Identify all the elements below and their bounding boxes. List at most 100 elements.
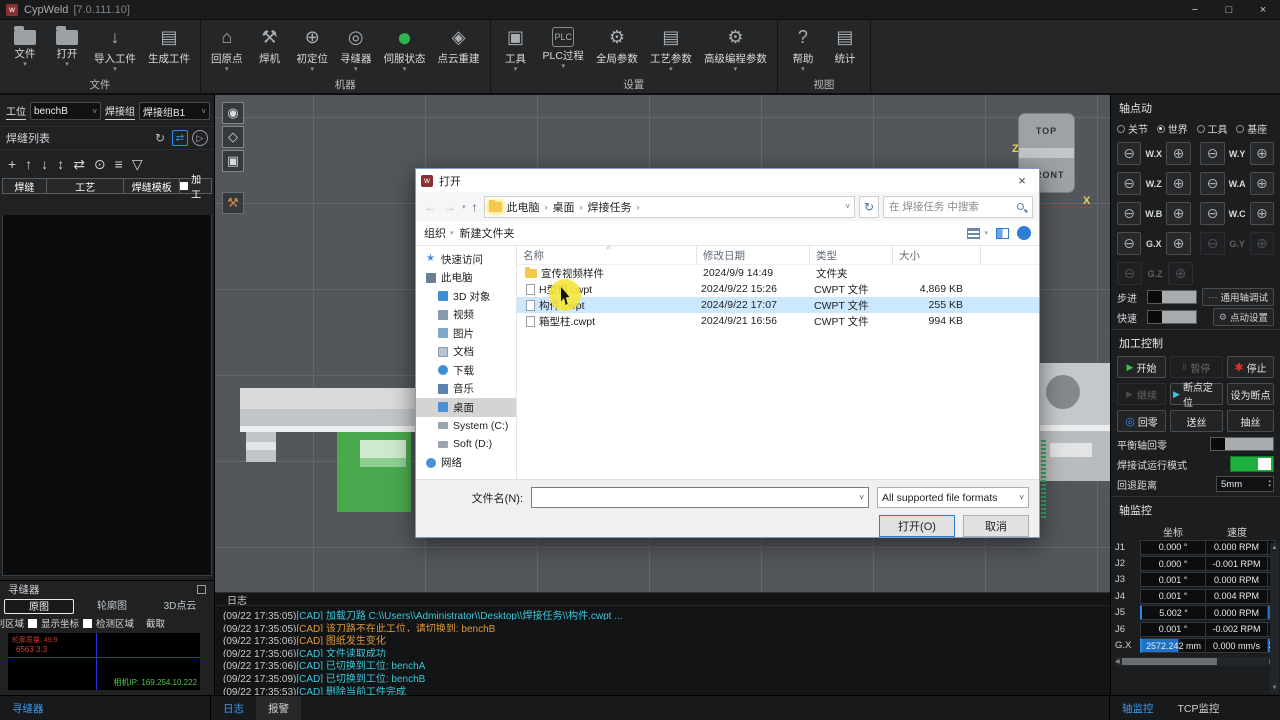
jog-minus-button[interactable]: ⊖ (1200, 172, 1224, 195)
column-header-type[interactable]: 类型 (810, 246, 893, 264)
stop-button[interactable]: ✱停止 (1227, 356, 1274, 378)
sidebar-item-quick-access[interactable]: ★快速访问 (416, 250, 516, 269)
sidebar-item-system-c[interactable]: System (C:) (416, 417, 516, 436)
jog-minus-button[interactable]: ⊖ (1117, 142, 1141, 165)
generate-workpiece-button[interactable]: ▤ 生成工件 (148, 23, 190, 77)
retract-distance-spinner[interactable]: 5mm ▴▾ (1216, 476, 1274, 492)
column-header-size[interactable]: 大小 (893, 246, 981, 264)
play-icon[interactable]: ▷ (192, 130, 208, 146)
home-origin-button[interactable]: ⌂ 回原点 ▾ (211, 23, 243, 77)
levels-filter-button[interactable]: ≡ (115, 156, 123, 172)
process-params-button[interactable]: ▤ 工艺参数 ▾ (650, 23, 692, 77)
sidebar-item-videos[interactable]: 视频 (416, 306, 516, 325)
jog-minus-button[interactable]: ⊖ (1117, 202, 1141, 225)
jog-plus-button[interactable]: ⊕ (1166, 202, 1190, 225)
filename-input[interactable]: ˅ (531, 487, 869, 508)
sidebar-item-soft-d[interactable]: Soft (D:) (416, 435, 516, 454)
column-header-seam[interactable]: 焊缝 (2, 178, 47, 194)
column-header-process[interactable]: 工艺 (47, 178, 125, 194)
search-icon[interactable] (1017, 203, 1024, 210)
vertical-scrollbar[interactable]: ▲ ▼ (1270, 543, 1279, 693)
jog-plus-button[interactable]: ⊕ (1166, 142, 1190, 165)
restore-button[interactable]: □ (1212, 0, 1246, 19)
sidebar-item-network[interactable]: 网络 (416, 454, 516, 473)
section-view-icon[interactable]: ▣ (222, 150, 244, 172)
breakpoint-locate-button[interactable]: ▶断点定位 (1170, 383, 1223, 405)
home-button[interactable]: ◎回零 (1117, 410, 1166, 432)
file-row[interactable]: 宣传视频样件 2024/9/9 14:49 文件夹 (517, 265, 1039, 281)
minimize-button[interactable]: − (1178, 0, 1212, 19)
global-params-button[interactable]: ⚙ 全局参数 (596, 23, 638, 77)
tab-alarm[interactable]: 报警 (256, 696, 301, 720)
column-header-machining[interactable]: 加工 (180, 178, 212, 194)
plc-process-button[interactable]: PLC PLC过程 ▾ (543, 23, 584, 77)
column-header-date[interactable]: 修改日期 (697, 246, 810, 264)
breadcrumb-this-pc[interactable]: 此电脑 (507, 199, 540, 215)
sidebar-item-pictures[interactable]: 图片 (416, 324, 516, 343)
tab-seam-finder[interactable]: 寻缝器 (0, 696, 56, 720)
horizontal-scrollbar[interactable]: ◀ ▶ (1115, 657, 1274, 666)
open-button[interactable]: 打开 ▾ (52, 23, 82, 77)
servo-status-button[interactable]: ● 伺服状态 ▾ (384, 23, 426, 77)
jog-minus-button[interactable]: ⊖ (1117, 232, 1141, 255)
help-button[interactable]: ? 帮助 ▾ (788, 23, 818, 77)
file-button[interactable]: 文件 ▾ (10, 23, 40, 77)
organize-menu[interactable]: 组织 ▾ (424, 225, 454, 241)
address-dropdown-icon[interactable]: ˅ (845, 202, 850, 211)
sidebar-item-music[interactable]: 音乐 (416, 380, 516, 399)
detect-region-checkbox[interactable] (83, 619, 92, 628)
log-body[interactable]: (09/22 17:35:05)[CAD] 加载刀路 C:\\Users\\Ad… (215, 606, 1110, 696)
jog-minus-button[interactable]: ⊖ (1200, 202, 1224, 225)
close-button[interactable]: × (1246, 0, 1280, 19)
rapid-slider[interactable] (1147, 310, 1197, 324)
mode-tool[interactable]: 工具 (1197, 121, 1235, 136)
refresh-icon[interactable]: ↻ (152, 130, 168, 146)
tab-tcp-monitor[interactable]: TCP监控 (1166, 696, 1232, 720)
refresh-button[interactable]: ↻ (859, 196, 879, 218)
iso-view-icon[interactable]: ◇ (222, 126, 244, 148)
spin-down-icon[interactable]: ▾ (1268, 484, 1271, 489)
capture-button[interactable]: 截取 (146, 616, 165, 630)
balance-axis-home-slider[interactable] (1210, 437, 1274, 451)
jog-plus-button[interactable]: ⊕ (1166, 232, 1190, 255)
file-row-selected[interactable]: 构件.cwpt 2024/9/22 17:07 CWPT 文件 255 KB (517, 297, 1039, 313)
forward-icon[interactable]: → (442, 200, 458, 214)
step-slider[interactable] (1147, 290, 1197, 304)
tab-axis-monitor[interactable]: 轴监控 (1110, 696, 1166, 720)
search-box[interactable]: 在 焊接任务 中搜索 (883, 196, 1033, 218)
jog-minus-button[interactable]: ⊖ (1117, 172, 1141, 195)
welder-button[interactable]: ⚒ 焊机 (255, 23, 285, 77)
view-mode-button[interactable]: ▾ (967, 228, 988, 239)
open-confirm-button[interactable]: 打开(O) (879, 515, 955, 537)
statistics-button[interactable]: ▤ 统计 (830, 23, 860, 77)
column-header-template[interactable]: 焊缝模板 (124, 178, 180, 194)
set-breakpoint-button[interactable]: 设为断点 (1227, 383, 1274, 405)
sidebar-item-downloads[interactable]: 下载 (416, 361, 516, 380)
help-icon[interactable]: □ (1017, 226, 1031, 240)
history-chevron-icon[interactable]: ▾ (462, 203, 466, 211)
start-button[interactable]: ▶开始 (1117, 356, 1166, 378)
scroll-left-icon[interactable]: ◀ (1115, 658, 1120, 665)
scrollbar-thumb[interactable] (1122, 658, 1217, 665)
file-row[interactable]: 箱型柱.cwpt 2024/9/21 16:56 CWPT 文件 994 KB (517, 313, 1039, 329)
jog-plus-button[interactable]: ⊕ (1250, 142, 1274, 165)
import-workpiece-button[interactable]: ↓ 导入工件 ▾ (94, 23, 136, 77)
column-header-name[interactable]: 名称˄ (517, 246, 697, 264)
jog-plus-button[interactable]: ⊕ (1250, 172, 1274, 195)
weld-group-dropdown[interactable]: 焊接组B1 ˅ (139, 102, 210, 120)
back-icon[interactable]: ← (422, 200, 438, 214)
mode-base[interactable]: 基座 (1236, 121, 1274, 136)
move-top-button[interactable]: ↑ (25, 156, 32, 172)
new-folder-button[interactable]: 新建文件夹 (460, 225, 515, 241)
tab-contour[interactable]: 轮廓图 (78, 599, 146, 614)
funnel-filter-button[interactable]: ▽ (132, 156, 143, 173)
tools-button[interactable]: ▣ 工具 ▾ (501, 23, 531, 77)
cancel-button[interactable]: 取消 (963, 515, 1029, 537)
camera-view[interactable]: 轮廓质量: 49.9 6563 3.3 相机IP: 169.254.10.222 (8, 633, 200, 690)
advanced-programming-params-button[interactable]: ⚙ 高级编程参数 ▾ (704, 23, 767, 77)
preview-pane-icon[interactable] (996, 228, 1009, 239)
jog-plus-button[interactable]: ⊕ (1250, 202, 1274, 225)
combo-arrow-icon[interactable]: ˅ (859, 493, 868, 502)
initial-position-button[interactable]: ⊕ 初定位 ▾ (297, 23, 329, 77)
view-cube-top[interactable]: TOP (1019, 114, 1074, 148)
